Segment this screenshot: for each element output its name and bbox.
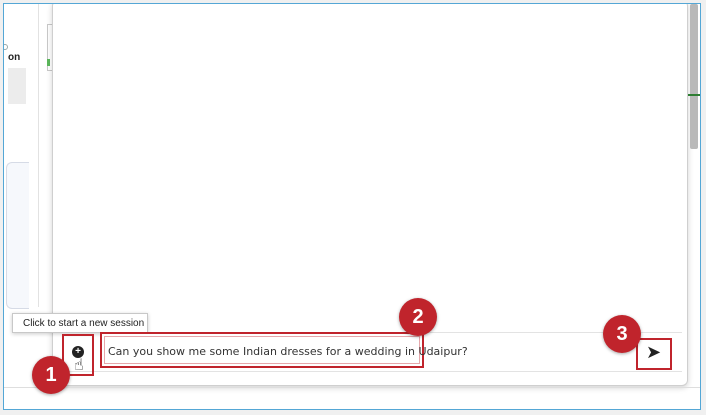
left-sidebar-box xyxy=(8,68,26,104)
bottom-divider xyxy=(4,387,700,388)
message-input-value: Can you show me some Indian dresses for … xyxy=(108,345,468,358)
background-divider xyxy=(688,94,700,96)
send-icon: ➤ xyxy=(646,342,662,362)
message-input[interactable]: Can you show me some Indian dresses for … xyxy=(100,332,468,368)
hand-cursor-icon: ☝ xyxy=(74,357,84,374)
scrollbar[interactable] xyxy=(690,4,698,149)
step-marker-3: 3 xyxy=(603,315,641,353)
step-marker-1: 1 xyxy=(32,356,70,394)
send-button[interactable]: ➤ xyxy=(636,338,672,370)
step-marker-2: 2 xyxy=(399,298,437,336)
resize-handle-icon[interactable] xyxy=(4,44,8,50)
left-sidebar-label: on xyxy=(8,52,21,63)
left-sidebar-card xyxy=(6,162,29,309)
left-sidebar: on xyxy=(4,4,39,309)
new-session-tooltip: Click to start a new session xyxy=(12,313,148,333)
